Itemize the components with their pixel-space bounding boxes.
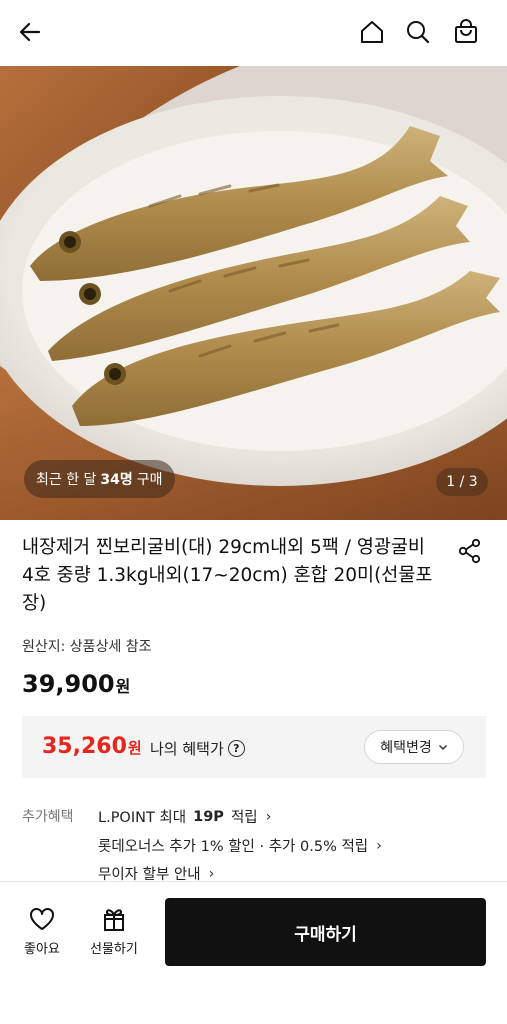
product-image[interactable] <box>0 66 507 520</box>
price-value: 39,900 <box>22 670 115 698</box>
home-icon[interactable] <box>358 18 386 46</box>
benefit-price-value: 35,260 <box>42 734 127 759</box>
gift-button[interactable]: 선물하기 <box>90 906 138 957</box>
price-unit: 원 <box>115 677 131 696</box>
benefit-price: 35,260 원 <box>42 734 142 759</box>
gift-label: 선물하기 <box>90 942 138 957</box>
benefit-label: 나의 혜택가 ? <box>150 738 245 759</box>
recent-count: 34명 <box>100 472 133 488</box>
chevron-right-icon: › <box>376 837 382 854</box>
gift-icon <box>103 909 124 931</box>
bottom-action-bar: 좋아요 선물하기 구매하기 <box>0 881 507 1024</box>
like-button[interactable]: 좋아요 <box>24 906 60 957</box>
back-arrow-icon[interactable] <box>16 18 44 46</box>
benefit-price-box: 35,260 원 나의 혜택가 ? 혜택변경 <box>22 716 486 778</box>
original-price: 39,900 원 <box>22 670 130 698</box>
share-icon[interactable] <box>456 537 484 565</box>
lpoint-points: 19P <box>193 808 224 825</box>
recent-purchase-badge: 최근 한 달 34명 구매 <box>24 460 175 498</box>
extra-benefits-label: 추가혜택 <box>22 809 74 825</box>
chevron-right-icon: › <box>208 865 215 882</box>
card-benefit-text: 롯데오너스 추가 1% 할인 · 추가 0.5% 적립 <box>98 839 369 855</box>
origin-info: 원산지: 상품상세 참조 <box>22 639 152 655</box>
buy-button[interactable]: 구매하기 <box>165 898 486 966</box>
lpoint-benefit-row[interactable]: L.POINT 최대 19P 적립 › <box>98 806 271 827</box>
lpoint-suffix: 적립 <box>230 810 258 826</box>
like-label: 좋아요 <box>24 942 60 957</box>
chevron-down-icon <box>438 744 447 751</box>
benefit-price-unit: 원 <box>127 739 142 757</box>
top-bar <box>0 0 507 66</box>
recent-suffix: 구매 <box>136 472 163 488</box>
lpoint-prefix: L.POINT 최대 <box>98 810 187 826</box>
product-title: 내장제거 찐보리굴비(대) 29cm내외 5팩 / 영광굴비 4호 중량 1.3… <box>22 537 433 614</box>
change-benefit-label: 혜택변경 <box>380 740 432 756</box>
image-pager: 1 / 3 <box>436 468 488 496</box>
heart-icon <box>29 908 54 930</box>
search-icon[interactable] <box>404 18 432 46</box>
benefit-label-text: 나의 혜택가 <box>150 740 224 758</box>
help-icon[interactable]: ? <box>227 740 245 757</box>
change-benefit-button[interactable]: 혜택변경 <box>364 730 464 764</box>
recent-prefix: 최근 한 달 <box>36 472 97 488</box>
chevron-right-icon: › <box>265 808 272 825</box>
card-benefit-row[interactable]: 롯데오너스 추가 1% 할인 · 추가 0.5% 적립 › <box>98 835 382 856</box>
shopping-bag-icon[interactable] <box>452 18 480 46</box>
